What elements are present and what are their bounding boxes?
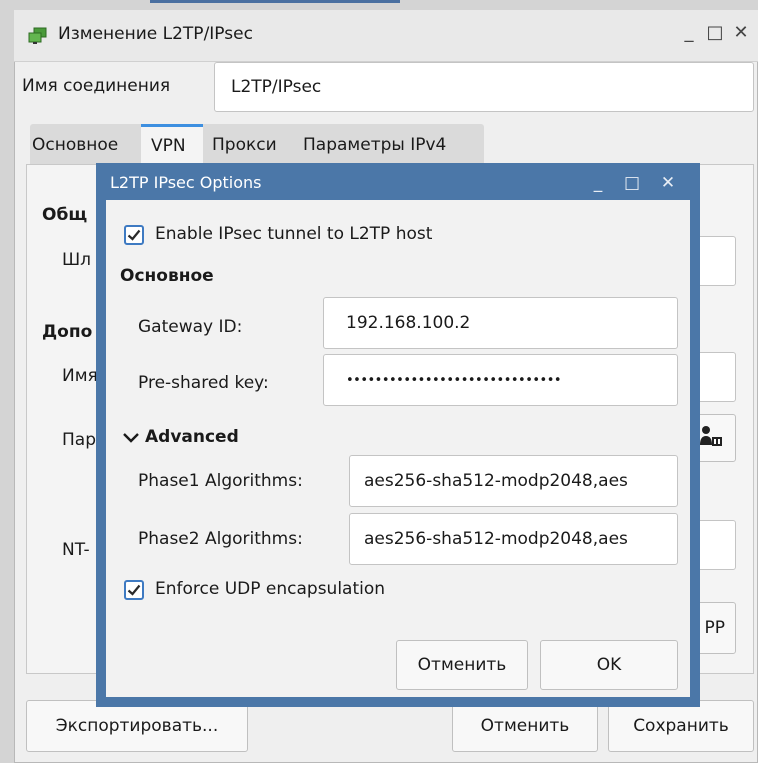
export-button[interactable]: Экспортировать... xyxy=(26,700,248,752)
gateway-id-label: Gateway ID: xyxy=(138,317,243,337)
connection-name-input[interactable]: L2TP/IPsec xyxy=(214,62,754,112)
main-minimize-button[interactable]: _ xyxy=(676,21,702,45)
dialog-ok-button[interactable]: OK xyxy=(540,640,678,690)
tab-ipv4[interactable]: Параметры IPv4 xyxy=(303,132,446,162)
user-lock-icon xyxy=(699,425,723,452)
checkmark-icon xyxy=(127,584,141,596)
connection-name-value: L2TP/IPsec xyxy=(231,77,322,97)
basic-section-heading: Основное xyxy=(120,266,214,286)
main-window-title: Изменение L2TP/IPsec xyxy=(58,24,253,44)
enable-ipsec-label[interactable]: Enable IPsec tunnel to L2TP host xyxy=(155,224,432,244)
tab-basic[interactable]: Основное xyxy=(32,132,118,162)
tab-proxy[interactable]: Прокси xyxy=(212,132,277,162)
phase1-label: Phase1 Algorithms: xyxy=(138,471,303,491)
phase1-input[interactable]: aes256-sha512-modp2048,aes xyxy=(349,455,678,507)
network-app-icon xyxy=(28,27,48,45)
phase2-label: Phase2 Algorithms: xyxy=(138,529,303,549)
dialog-maximize-button[interactable]: □ xyxy=(620,172,644,194)
checkmark-icon xyxy=(127,229,141,241)
password-label: Пар xyxy=(62,430,96,450)
main-maximize-button[interactable]: □ xyxy=(702,21,728,45)
background-window-edge xyxy=(150,0,400,3)
enforce-udp-label[interactable]: Enforce UDP encapsulation xyxy=(155,579,385,599)
dialog-close-button[interactable]: ✕ xyxy=(656,172,680,194)
gateway-label: Шл xyxy=(62,250,92,270)
advanced-expander-label[interactable]: Advanced xyxy=(145,427,239,447)
nt-domain-label: NT- xyxy=(62,540,90,560)
dialog-title: L2TP IPsec Options xyxy=(110,173,262,192)
additional-section-label: Допо xyxy=(42,322,93,342)
main-cancel-button[interactable]: Отменить xyxy=(452,700,598,752)
psk-label: Pre-shared key: xyxy=(138,373,269,393)
save-button[interactable]: Сохранить xyxy=(608,700,754,752)
connection-name-label: Имя соединения xyxy=(22,76,171,96)
dialog-minimize-button[interactable]: _ xyxy=(586,172,610,194)
psk-input[interactable]: •••••••••••••••••••••••••••••• xyxy=(323,354,678,406)
general-section-label: Общ xyxy=(42,205,88,225)
tab-vpn[interactable]: VPN xyxy=(141,124,203,164)
gateway-id-input[interactable]: 192.168.100.2 xyxy=(323,297,678,349)
phase2-input[interactable]: aes256-sha512-modp2048,aes xyxy=(349,513,678,565)
dialog-cancel-button[interactable]: Отменить xyxy=(396,640,528,690)
main-close-button[interactable]: ✕ xyxy=(728,21,754,45)
enforce-udp-checkbox[interactable] xyxy=(124,580,144,600)
enable-ipsec-checkbox[interactable] xyxy=(124,225,144,245)
chevron-down-icon[interactable] xyxy=(122,430,142,446)
username-label: Имя xyxy=(62,366,98,386)
